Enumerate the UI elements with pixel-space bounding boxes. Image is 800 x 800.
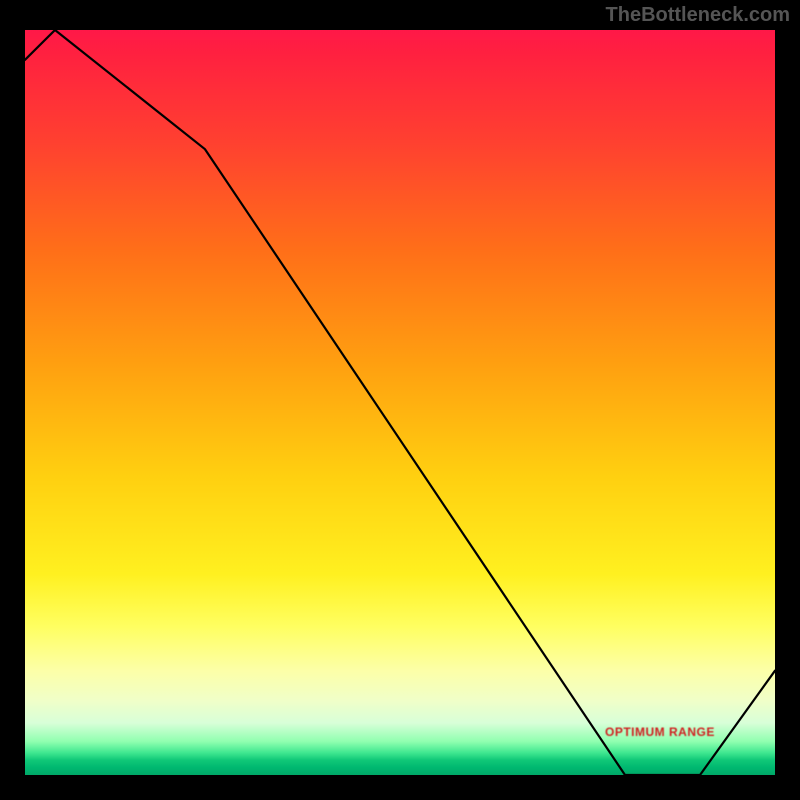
optimum-range-label: OPTIMUM RANGE	[605, 725, 715, 739]
bottleneck-curve	[25, 30, 775, 775]
chart-plot-area: OPTIMUM RANGE	[25, 30, 775, 775]
curve-line	[25, 30, 775, 775]
watermark-text: TheBottleneck.com	[606, 4, 790, 27]
